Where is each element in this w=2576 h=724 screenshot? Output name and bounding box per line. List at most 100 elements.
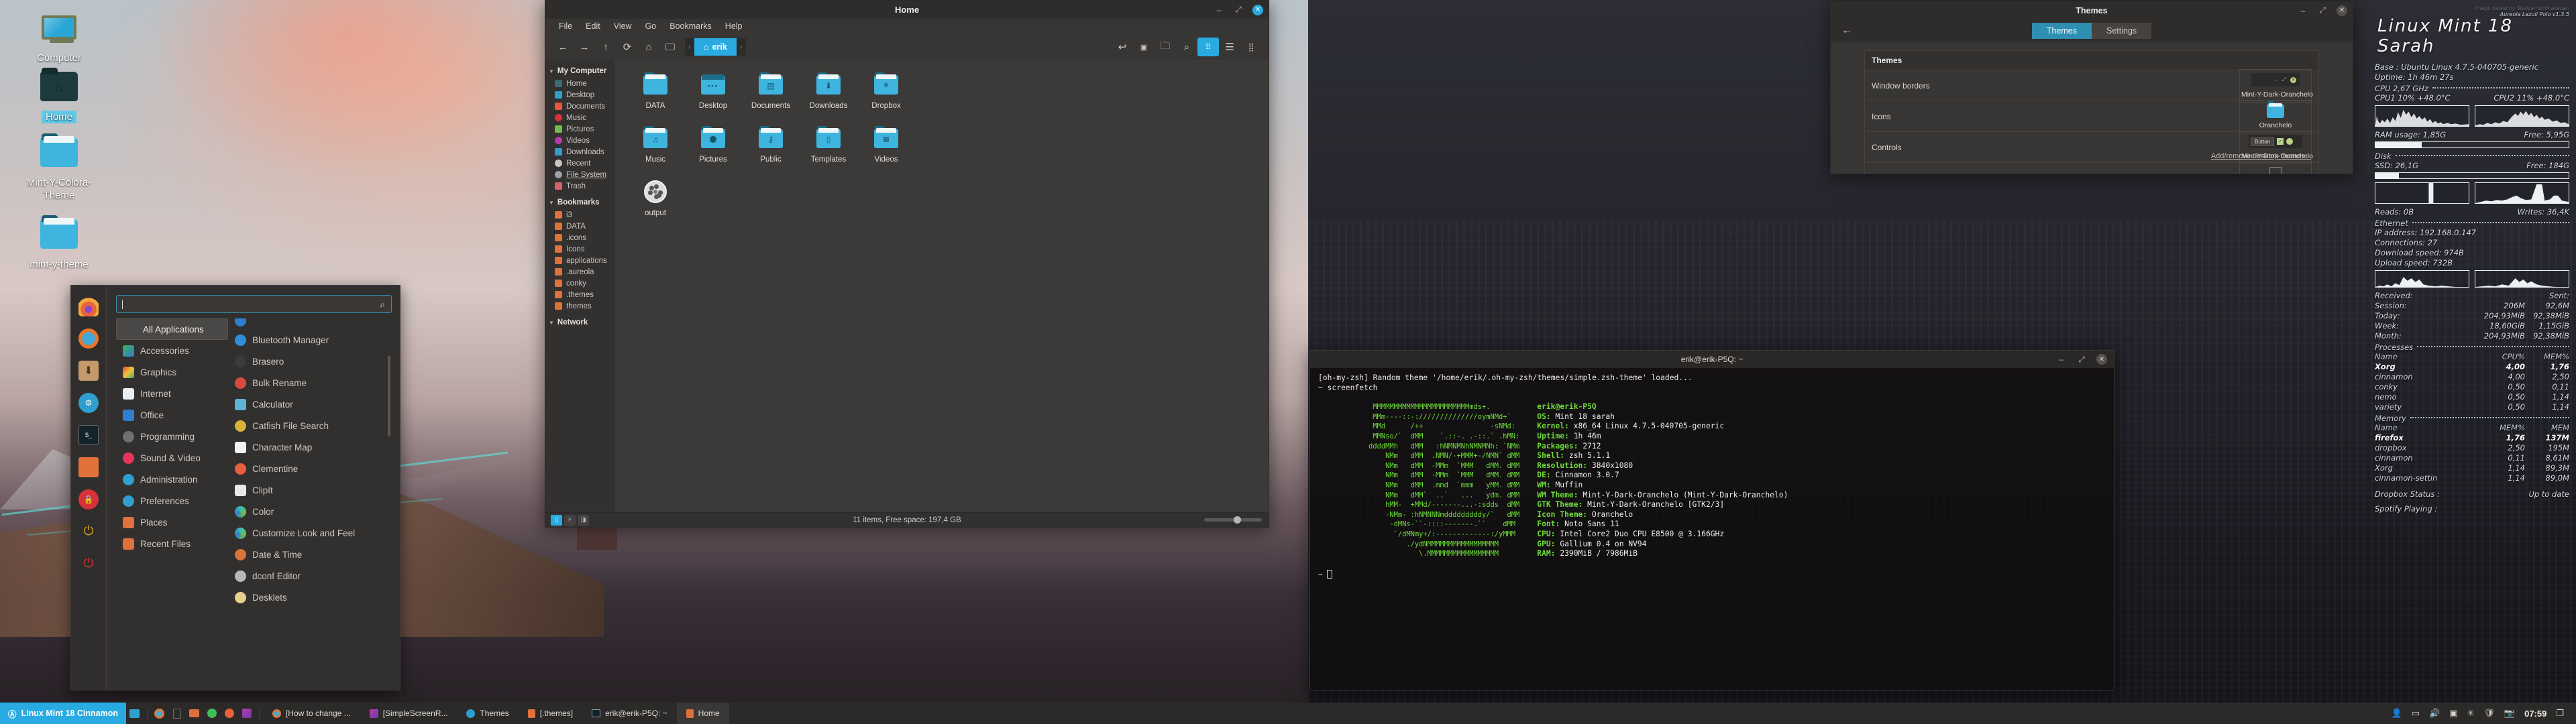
menu-category-places[interactable]: Places [116, 511, 228, 533]
system-settings-icon[interactable]: ⚙ [78, 393, 99, 413]
application-menu[interactable]: ⬇ ⚙ $_ 🔒 ⏻ ⏻ ⌕ All Applications Accessor… [70, 285, 400, 690]
menu-help[interactable]: Help [718, 21, 749, 31]
file-item-desktop[interactable]: ▪▪▪ Desktop [684, 70, 742, 110]
sidebar-item-desktop[interactable]: Desktop [545, 89, 614, 101]
terminal-titlebar[interactable]: erik@erik-P5Q: ~ – ⤢ ✕ [1310, 351, 2114, 368]
file-item-pictures[interactable]: ⬤ Pictures [684, 123, 742, 164]
menu-category-programming[interactable]: Programming [116, 426, 228, 447]
file-item-dropbox[interactable]: ❖ Dropbox [857, 70, 915, 110]
sidebar-bookmark-icons[interactable]: Icons [545, 243, 614, 255]
menu-scrollbar[interactable] [388, 356, 390, 436]
maximize-icon[interactable]: ⤢ [1233, 5, 1244, 15]
theme-row-mouse-pointer[interactable]: Mouse Pointer Breeze_Snow [1865, 161, 2318, 174]
sidebar-bookmark-aureola[interactable]: .aureola [545, 266, 614, 278]
file-manager-titlebar[interactable]: Home – ⤢ ✕ [545, 1, 1269, 19]
home-icon[interactable]: ⌂ [638, 38, 659, 56]
breadcrumb[interactable]: ‹ ⌂ erik › [685, 38, 746, 56]
menu-category-sound-video[interactable]: Sound & Video [116, 447, 228, 469]
menu-app-desklets[interactable]: Desklets [235, 587, 392, 608]
clock[interactable]: 07:59 [2524, 709, 2546, 719]
sidebar-item-downloads[interactable]: Downloads [545, 146, 614, 158]
file-manager-toolbar[interactable]: ← → ↑ ⟳ ⌂ 🖵 ‹ ⌂ erik › ↩ ▣ 🗀 ⌕ ⠿ ☰ ⣿ [545, 34, 1269, 60]
lock-screen-icon[interactable]: 🔒 [78, 489, 99, 509]
volume-icon[interactable]: 🔊 [2429, 708, 2440, 719]
menu-app-catfish-file-search[interactable]: Catfish File Search [235, 415, 392, 436]
sidebar-item-home[interactable]: Home [545, 78, 614, 89]
firefox-icon[interactable] [78, 328, 99, 349]
sidebar-item-documents[interactable]: Documents [545, 101, 614, 112]
menu-app-clementine[interactable]: Clementine [235, 458, 392, 479]
desktop-icon-mint-y-theme[interactable]: mint-y-theme [19, 213, 99, 271]
up-icon[interactable]: ↑ [595, 38, 616, 56]
sidebar-group-network[interactable]: ▼ Network [545, 316, 614, 329]
forward-icon[interactable]: → [574, 38, 595, 56]
close-icon[interactable]: ✕ [2096, 354, 2107, 365]
firefox-icon[interactable] [151, 703, 168, 724]
file-item-downloads[interactable]: ⬇ Downloads [800, 70, 857, 110]
minimize-icon[interactable]: – [2056, 354, 2067, 365]
quit-icon[interactable]: ⏻ [78, 554, 99, 574]
menu-category-accessories[interactable]: Accessories [116, 340, 228, 361]
menu-app-color[interactable]: Color [235, 501, 392, 522]
update-manager-icon[interactable]: 🛡 [2483, 708, 2495, 719]
menu-app-bluetooth-manager[interactable]: Bluetooth Manager [235, 329, 392, 351]
sidebar-bookmark-dot-themes[interactable]: .themes [545, 289, 614, 300]
breadcrumb-next-icon[interactable]: › [737, 44, 746, 51]
file-item-public[interactable]: ⚷ Public [742, 123, 800, 164]
file-item-videos[interactable]: ▦ Videos [857, 123, 915, 164]
sidebar-bookmark-i3[interactable]: i3 [545, 209, 614, 221]
desktop-icon-home[interactable]: ⌂ Home [19, 66, 99, 123]
file-item-documents[interactable]: ▤ Documents [742, 70, 800, 110]
tab-settings[interactable]: Settings [2091, 22, 2152, 39]
sidebar-group-my-computer[interactable]: ▼ My Computer [545, 64, 614, 78]
menu-category-preferences[interactable]: Preferences [116, 490, 228, 511]
menu-app-date-time[interactable]: Date & Time [235, 544, 392, 565]
variety-wallpaper-icon[interactable]: ▣ [2449, 708, 2457, 719]
minimize-icon[interactable]: – [2298, 5, 2308, 16]
menu-category-graphics[interactable]: Graphics [116, 361, 228, 383]
sidebar-item-trash[interactable]: Trash [545, 180, 614, 192]
workspace-switcher-icon[interactable]: ❐ [2556, 708, 2564, 719]
menu-go[interactable]: Go [639, 21, 663, 31]
user-icon[interactable]: 👤 [2392, 708, 2402, 719]
undo-icon[interactable]: ↩ [1112, 38, 1133, 56]
file-item-output[interactable]: output [627, 177, 684, 217]
menu-file[interactable]: File [552, 21, 579, 31]
taskbar-window-home[interactable]: Home [676, 703, 729, 724]
file-manager-window[interactable]: Home – ⤢ ✕ File Edit View Go Bookmarks H… [545, 0, 1269, 528]
files-icon[interactable] [78, 457, 99, 477]
sidebar-item-music[interactable]: Music [545, 112, 614, 123]
sidebar-bookmark-data[interactable]: DATA [545, 221, 614, 232]
menu-app-dconf-editor[interactable]: dconf Editor [235, 565, 392, 587]
file-manager-sidebar[interactable]: ▼ My Computer Home Desktop Documents Musi… [545, 60, 614, 512]
menu-app-brasero[interactable]: Brasero [235, 351, 392, 372]
sidebar-item-file-system[interactable]: File System [545, 169, 614, 180]
back-icon[interactable]: ← [552, 38, 574, 56]
taskbar-window-simplescreenrecorder[interactable]: [SimpleScreenR... [360, 703, 458, 724]
desktop-icon-mint-y-colora-theme[interactable]: Mint-Y-Colora-Theme [19, 131, 99, 202]
sidebar-bookmark-applications[interactable]: applications [545, 255, 614, 266]
taskbar-window-dot-themes[interactable]: [.themes] [519, 703, 582, 724]
file-manager-view[interactable]: DATA ▪▪▪ Desktop ▤ Documents ⬇ Downloads ❖ D… [614, 60, 1269, 512]
clementine-icon[interactable] [221, 703, 238, 724]
close-icon[interactable]: ✕ [1252, 4, 1263, 15]
taskbar-window-themes[interactable]: Themes [457, 703, 518, 724]
menu-app-bulk-rename[interactable]: Bulk Rename [235, 372, 392, 394]
tab-themes[interactable]: Themes [2031, 22, 2092, 39]
menu-app-partial[interactable] [235, 318, 392, 329]
themes-tabbar[interactable]: ← Themes Settings [1831, 19, 2353, 42]
software-manager-icon[interactable]: ⬇ [78, 361, 99, 381]
display-icon[interactable]: ▭ [2412, 708, 2420, 719]
show-desktop-icon[interactable] [126, 703, 144, 724]
taskbar[interactable]: Ⓐ Linux Mint 18 Cinnamon [How to change … [0, 703, 2576, 724]
sidebar-item-recent[interactable]: Recent [545, 158, 614, 169]
list-view-icon[interactable]: ☰ [1219, 38, 1240, 56]
sidebar-group-bookmarks[interactable]: ▼ Bookmarks [545, 196, 614, 209]
open-terminal-icon[interactable]: ▣ [1133, 38, 1155, 56]
terminal-screen[interactable]: [oh-my-zsh] Random theme '/home/erik/.oh… [1310, 368, 2114, 690]
logout-icon[interactable]: ⏻ [78, 522, 99, 542]
computer-icon[interactable]: 🖵 [659, 38, 681, 56]
menu-category-all-applications[interactable]: All Applications [116, 318, 228, 340]
bluetooth-icon[interactable]: ✳ [2467, 708, 2474, 719]
sidebar-item-videos[interactable]: Videos [545, 135, 614, 146]
